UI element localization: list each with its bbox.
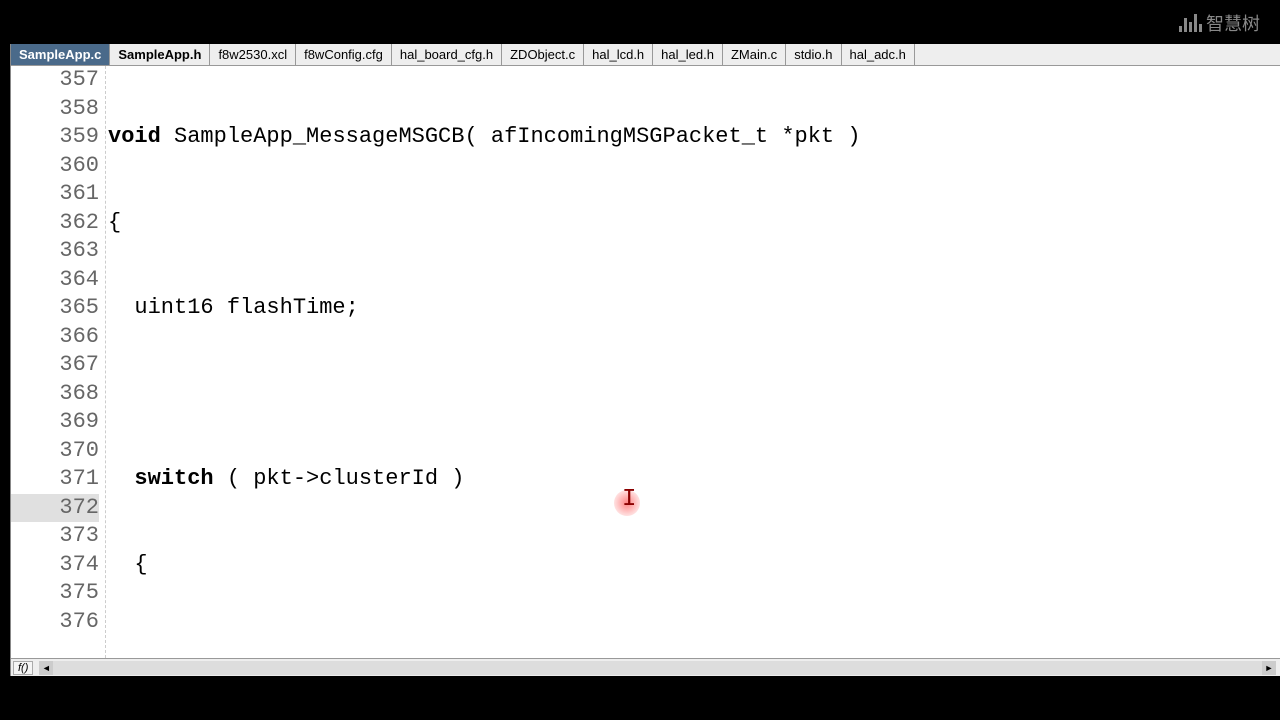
function-nav-button[interactable]: f() bbox=[13, 661, 33, 675]
line-number: 373 bbox=[11, 522, 99, 551]
tab-halboardcfg[interactable]: hal_board_cfg.h bbox=[392, 44, 502, 65]
brand-logo: 智慧树 bbox=[1179, 10, 1260, 36]
line-number: 357 bbox=[11, 66, 99, 95]
logo-bars-icon bbox=[1179, 14, 1202, 32]
line-number: 359 bbox=[11, 123, 99, 152]
tab-zmain[interactable]: ZMain.c bbox=[723, 44, 786, 65]
line-number: 371 bbox=[11, 465, 99, 494]
tab-f8w2530[interactable]: f8w2530.xcl bbox=[210, 44, 296, 65]
line-number: 365 bbox=[11, 294, 99, 323]
line-number: 367 bbox=[11, 351, 99, 380]
scroll-left-icon[interactable]: ◄ bbox=[39, 661, 53, 675]
code-content[interactable]: void SampleApp_MessageMSGCB( afIncomingM… bbox=[106, 66, 1280, 658]
scroll-right-icon[interactable]: ► bbox=[1262, 661, 1276, 675]
line-number: 370 bbox=[11, 437, 99, 466]
tab-zdobject[interactable]: ZDObject.c bbox=[502, 44, 584, 65]
line-number: 363 bbox=[11, 237, 99, 266]
editor-window: SampleApp.c SampleApp.h f8w2530.xcl f8wC… bbox=[10, 44, 1280, 676]
tab-sampleapp-h[interactable]: SampleApp.h bbox=[110, 44, 210, 65]
line-number: 364 bbox=[11, 266, 99, 295]
tab-f8wconfig[interactable]: f8wConfig.cfg bbox=[296, 44, 392, 65]
line-number: 366 bbox=[11, 323, 99, 352]
tab-hallcd[interactable]: hal_lcd.h bbox=[584, 44, 653, 65]
line-number: 360 bbox=[11, 152, 99, 181]
line-number: 358 bbox=[11, 95, 99, 124]
line-number: 376 bbox=[11, 608, 99, 637]
tab-halled[interactable]: hal_led.h bbox=[653, 44, 723, 65]
line-number: 368 bbox=[11, 380, 99, 409]
tab-bar: SampleApp.c SampleApp.h f8w2530.xcl f8wC… bbox=[11, 44, 1280, 66]
status-bar: f() ◄ ► bbox=[11, 658, 1280, 676]
line-number-gutter: 3573583593603613623633643653663673683693… bbox=[11, 66, 106, 658]
horizontal-scrollbar[interactable]: ◄ ► bbox=[39, 661, 1276, 675]
code-editor[interactable]: 3573583593603613623633643653663673683693… bbox=[11, 66, 1280, 658]
line-number: 361 bbox=[11, 180, 99, 209]
logo-text: 智慧树 bbox=[1206, 10, 1260, 36]
click-indicator-icon bbox=[614, 490, 640, 516]
line-number: 362 bbox=[11, 209, 99, 238]
tab-stdio[interactable]: stdio.h bbox=[786, 44, 841, 65]
tab-haladc[interactable]: hal_adc.h bbox=[842, 44, 915, 65]
line-number: 374 bbox=[11, 551, 99, 580]
tab-sampleapp-c[interactable]: SampleApp.c bbox=[11, 44, 110, 65]
line-number: 372 bbox=[11, 494, 99, 523]
line-number: 369 bbox=[11, 408, 99, 437]
line-number: 375 bbox=[11, 579, 99, 608]
